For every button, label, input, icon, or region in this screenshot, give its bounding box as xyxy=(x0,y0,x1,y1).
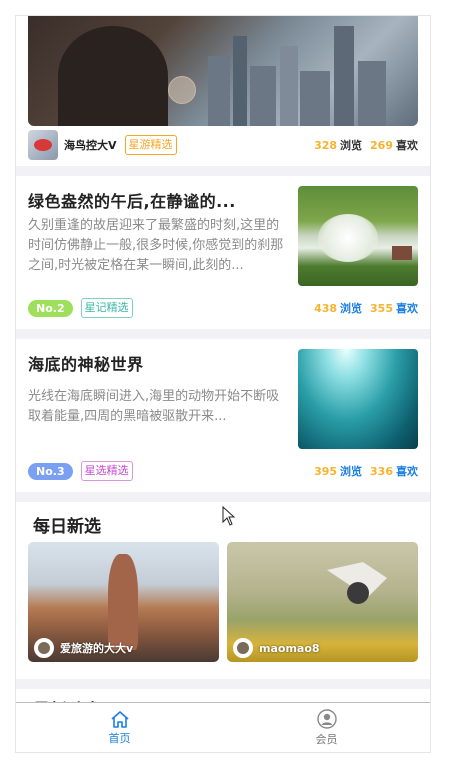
daily-pick-1[interactable]: 爱旅游的大大v xyxy=(28,542,219,662)
views-label: 浏览 xyxy=(340,465,363,478)
views-count: 328 xyxy=(314,138,338,152)
stats: 438 浏览 355 喜欢 xyxy=(314,300,418,316)
section-title: 每日新选 xyxy=(33,517,101,537)
likes-label: 喜欢 xyxy=(396,465,418,478)
daily-pick-2[interactable]: maomao8 xyxy=(227,542,418,662)
tag-label[interactable]: 星选精选 xyxy=(80,461,133,481)
user-name[interactable]: 爱旅游的大大v xyxy=(60,640,133,656)
user-name[interactable]: maomao8 xyxy=(259,642,320,655)
tab-home[interactable]: 首页 xyxy=(16,703,223,752)
tag-label[interactable]: 星游精选 xyxy=(124,135,177,155)
feed-card-1[interactable]: 海鸟控大V 星游精选 328 浏览 269 喜欢 xyxy=(16,16,430,166)
tab-label: 首页 xyxy=(108,731,131,745)
article-thumbnail[interactable] xyxy=(298,349,418,449)
mouse-cursor-icon xyxy=(222,506,236,526)
article-title[interactable]: 海底的神秘世界 xyxy=(28,351,144,375)
views-count: 395 xyxy=(314,464,338,478)
app-viewport: 海鸟控大V 星游精选 328 浏览 269 喜欢 绿色盎然的午后,在静谧的...… xyxy=(15,15,431,753)
home-icon xyxy=(110,710,129,728)
user-avatar[interactable] xyxy=(233,638,253,658)
rank-badge: No.2 xyxy=(28,299,73,317)
article-summary: 光线在海底瞬间进入,海里的动物开始不断吸取着能量,四周的黑暗被驱散开来... xyxy=(28,389,280,424)
tab-member[interactable]: 会员 xyxy=(223,703,430,752)
user-icon xyxy=(316,708,337,729)
feed-card-3[interactable]: 海底的神秘世界 光线在海底瞬间进入,海里的动物开始不断吸取着能量,四周的黑暗被驱… xyxy=(16,339,430,492)
stats: 328 浏览 269 喜欢 xyxy=(314,137,418,153)
author-avatar[interactable] xyxy=(28,130,58,160)
tag-label[interactable]: 星记精选 xyxy=(80,298,133,318)
article-summary: 久别重逢的故居迎来了最繁盛的时刻,这里的时间仿佛静止一般,很多时候,你感觉到的刹… xyxy=(28,218,284,273)
likes-count: 355 xyxy=(370,301,393,315)
likes-label: 喜欢 xyxy=(396,139,418,152)
views-label: 浏览 xyxy=(340,302,363,315)
likes-count: 269 xyxy=(370,138,393,152)
feed-card-2[interactable]: 绿色盎然的午后,在静谧的... 久别重逢的故居迎来了最繁盛的时刻,这里的时间仿佛… xyxy=(16,176,430,329)
views-label: 浏览 xyxy=(340,139,363,152)
author-name[interactable]: 海鸟控大V xyxy=(64,137,117,153)
bottom-tab-bar: 首页 会员 xyxy=(16,702,430,752)
user-avatar[interactable] xyxy=(34,638,54,658)
likes-count: 336 xyxy=(370,464,393,478)
article-title[interactable]: 绿色盎然的午后,在静谧的... xyxy=(28,188,236,212)
views-count: 438 xyxy=(314,301,338,315)
daily-picks-section: 每日新选 爱旅游的大大v maomao8 xyxy=(16,502,430,679)
article-thumbnail[interactable] xyxy=(298,186,418,286)
likes-label: 喜欢 xyxy=(396,302,418,315)
hero-image[interactable] xyxy=(28,16,418,126)
stats: 395 浏览 336 喜欢 xyxy=(314,463,418,479)
tab-label: 会员 xyxy=(315,732,338,746)
rank-badge: No.3 xyxy=(28,462,73,480)
